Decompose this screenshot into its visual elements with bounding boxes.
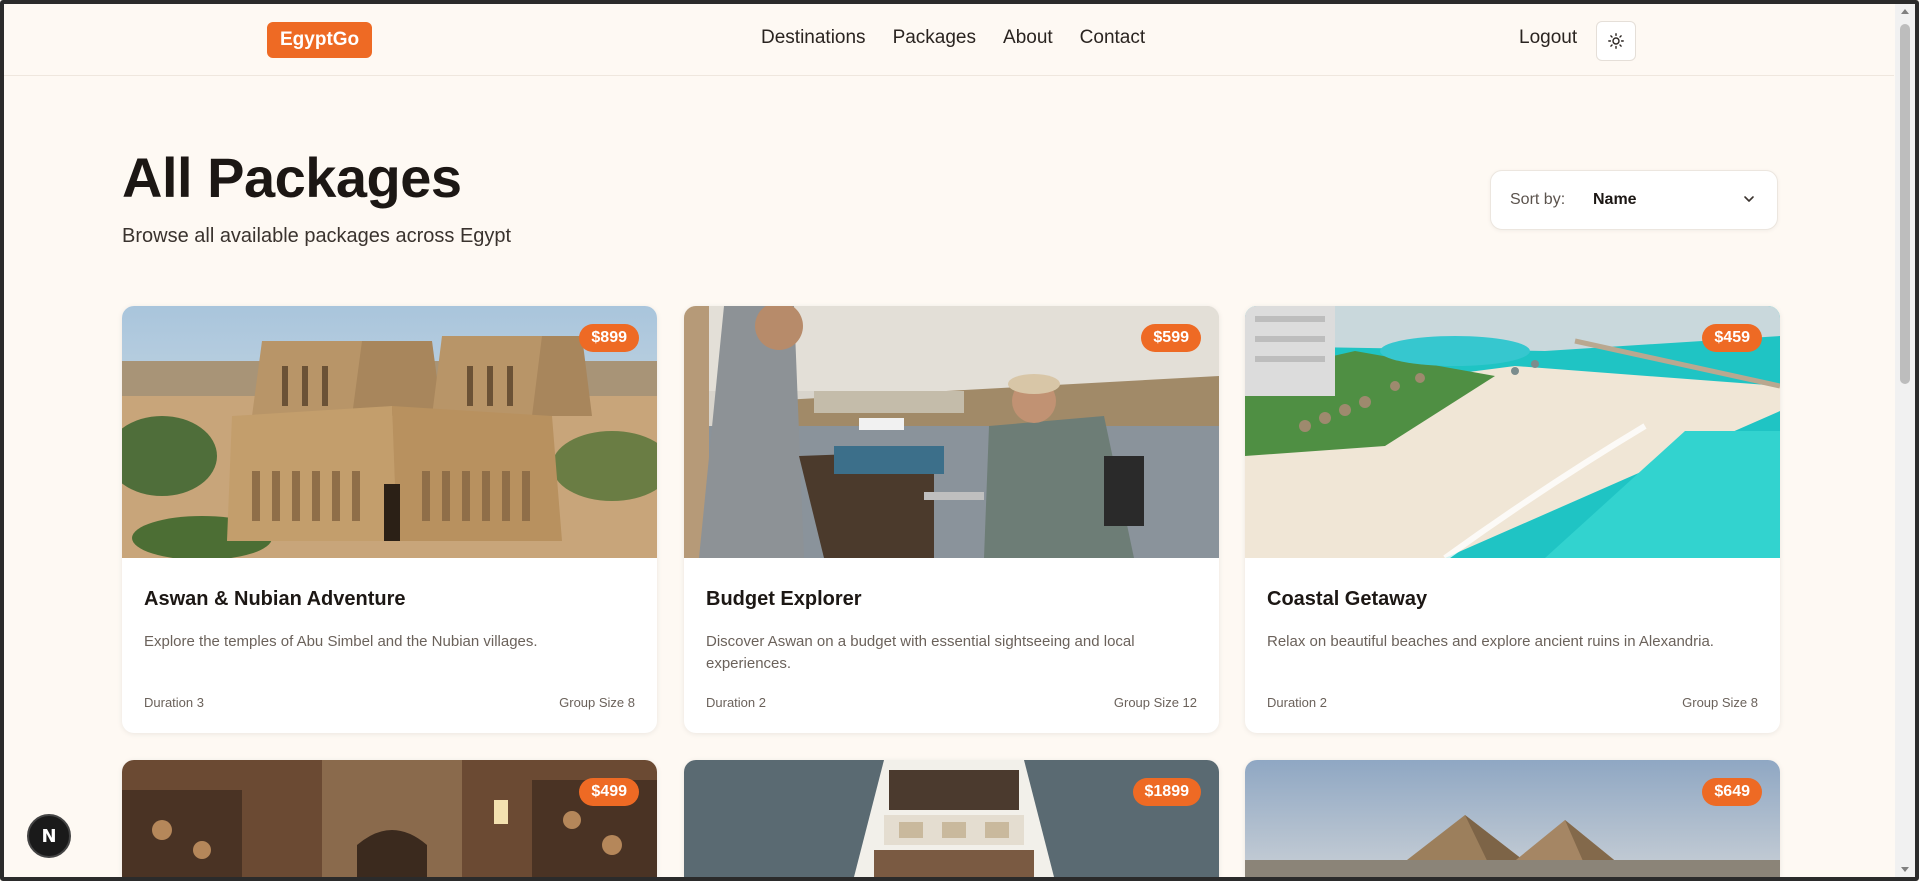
main-nav: Destinations Packages About Contact [761, 27, 1145, 49]
price-badge: $899 [579, 324, 639, 352]
page-scrollbar[interactable] [1895, 4, 1915, 877]
package-card-bazaar[interactable]: $499 [122, 760, 657, 877]
nav-contact[interactable]: Contact [1080, 27, 1145, 49]
page-title: All Packages [122, 146, 462, 209]
package-group-size: Group Size 8 [559, 695, 635, 710]
package-card-cruise[interactable]: $1899 [684, 760, 1219, 877]
price-badge: $649 [1702, 778, 1762, 806]
package-duration: Duration 2 [1267, 695, 1327, 710]
package-card-pyramids[interactable]: $649 [1245, 760, 1780, 877]
nav-destinations[interactable]: Destinations [761, 27, 866, 49]
package-group-size: Group Size 8 [1682, 695, 1758, 710]
package-title: Aswan & Nubian Adventure [144, 588, 406, 610]
package-image-bazaar [122, 760, 657, 877]
price-badge: $599 [1141, 324, 1201, 352]
package-card-coastal[interactable]: $459 Coastal Getaway Relax on beautiful … [1245, 306, 1780, 733]
scroll-down-arrow-icon[interactable] [1901, 867, 1909, 872]
package-duration: Duration 2 [706, 695, 766, 710]
package-title: Coastal Getaway [1267, 588, 1428, 610]
dev-indicator-letter: N [41, 825, 57, 847]
sort-select[interactable]: Sort by: Name [1490, 170, 1778, 230]
package-image-market [684, 306, 1219, 558]
logout-link[interactable]: Logout [1519, 27, 1577, 49]
package-group-size: Group Size 12 [1113, 695, 1197, 710]
package-description: Explore the temples of Abu Simbel and th… [144, 633, 538, 650]
nav-about[interactable]: About [1003, 27, 1053, 49]
logo[interactable]: EgyptGo [267, 22, 373, 58]
package-image-temple [122, 306, 657, 558]
package-image-pyramids [1245, 760, 1780, 877]
scroll-thumb[interactable] [1900, 24, 1910, 384]
theme-toggle-button[interactable] [1596, 21, 1636, 61]
package-image-cruise [684, 760, 1219, 877]
price-badge: $1899 [1132, 778, 1201, 806]
price-badge: $499 [579, 778, 639, 806]
sun-icon [1608, 33, 1624, 49]
chevron-down-icon [1744, 196, 1754, 202]
sort-value: Name [1593, 191, 1637, 208]
price-badge: $459 [1702, 324, 1762, 352]
dev-indicator-badge[interactable]: N [27, 814, 71, 858]
package-duration: Duration 3 [144, 695, 204, 710]
package-card-aswan[interactable]: $899 Aswan & Nubian Adventure Explore th… [122, 306, 657, 733]
package-description: Relax on beautiful beaches and explore a… [1267, 633, 1714, 650]
package-image-beach [1245, 306, 1780, 558]
sort-label: Sort by: [1510, 191, 1566, 208]
top-header: EgyptGo Destinations Packages About Cont… [4, 4, 1894, 76]
nav-packages[interactable]: Packages [893, 27, 976, 49]
package-description: Discover Aswan on a budget with essentia… [706, 633, 1135, 672]
scroll-up-arrow-icon[interactable] [1901, 9, 1909, 14]
page-subtitle: Browse all available packages across Egy… [122, 225, 512, 247]
package-card-budget[interactable]: $599 Budget Explorer Discover Aswan on a… [684, 306, 1219, 733]
package-title: Budget Explorer [706, 588, 862, 610]
